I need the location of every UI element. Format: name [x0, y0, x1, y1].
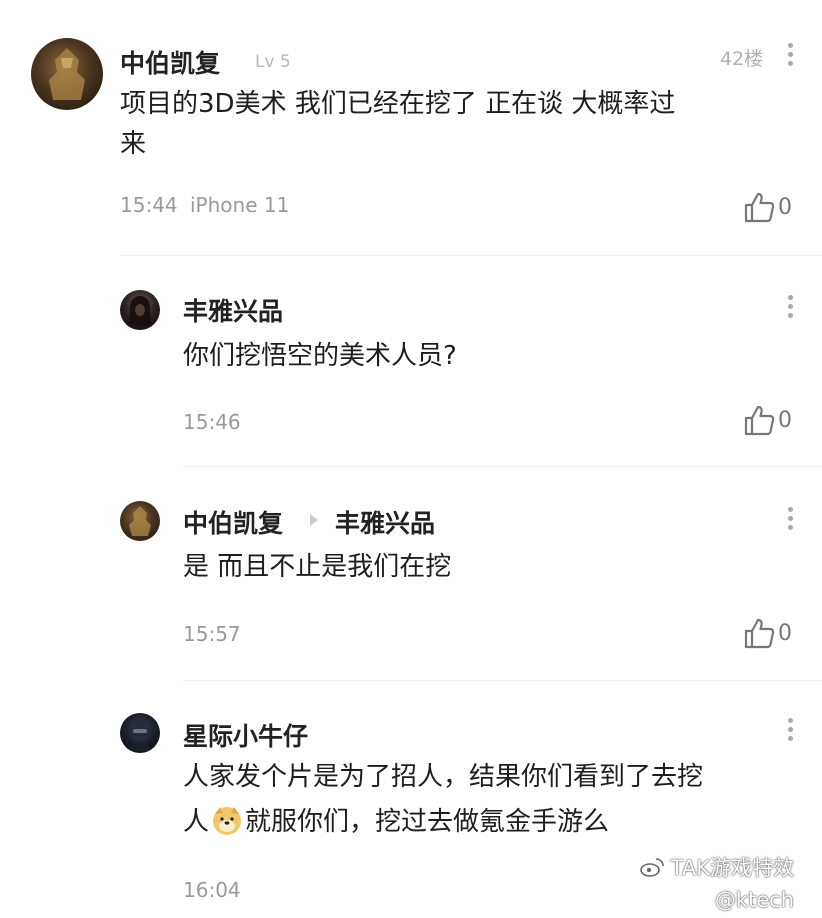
more-vertical-icon[interactable]	[786, 507, 794, 537]
avatar[interactable]	[31, 38, 103, 110]
username[interactable]: 中伯凯复	[120, 44, 220, 80]
reply-to-username[interactable]: 丰雅兴品	[335, 504, 435, 540]
device-label: iPhone 11	[190, 193, 290, 217]
helmet-avatar-image	[128, 720, 152, 751]
username[interactable]: 丰雅兴品	[183, 292, 283, 328]
comment-text-segment: 就服你们，挖过去做氪金手游么	[245, 807, 610, 837]
comment-text-line: 你们挖悟空的美术人员?	[183, 341, 457, 371]
username[interactable]: 星际小牛仔	[183, 717, 308, 753]
comment-thread: 中伯凯复 Lv 5 42楼 项目的3D美术 我们已经在挖了 正在谈 大概率过 来…	[0, 0, 822, 918]
watermark-text: @ktech	[714, 888, 794, 912]
like-count: 0	[778, 194, 792, 220]
more-vertical-icon[interactable]	[786, 295, 794, 325]
like-button[interactable]: 0	[742, 189, 792, 225]
thumbs-up-icon	[744, 405, 775, 436]
user-level-badge: Lv 5	[255, 52, 291, 72]
warrior-avatar-image	[129, 506, 151, 536]
more-vertical-icon[interactable]	[786, 718, 794, 748]
watermark: @ktech	[715, 888, 794, 912]
comment-time: 16:04	[183, 878, 241, 902]
avatar[interactable]	[120, 290, 160, 330]
hooded-figure-avatar-image	[128, 296, 152, 326]
comment-text-line-with-emoji: 人 就服你们，挖过去做氪金手游么	[183, 802, 609, 842]
comment-time: 15:57	[183, 622, 241, 646]
username[interactable]: 中伯凯复	[183, 504, 283, 540]
thumbs-up-icon	[744, 618, 775, 649]
avatar[interactable]	[120, 501, 160, 541]
like-count: 0	[778, 407, 792, 433]
comment-text-line: 人家发个片是为了招人，结果你们看到了去挖	[183, 762, 704, 792]
comment-item: 中伯凯复 Lv 5 42楼 项目的3D美术 我们已经在挖了 正在谈 大概率过 来…	[0, 0, 822, 250]
comment-time: 15:44	[120, 193, 178, 217]
avatar[interactable]	[120, 713, 160, 753]
thumbs-up-icon	[744, 192, 775, 223]
doge-emoji-icon	[213, 807, 242, 835]
comment-time: 15:46	[183, 410, 241, 434]
more-vertical-icon[interactable]	[786, 43, 794, 73]
comment-text-line: 来	[120, 129, 147, 159]
triangle-right-icon	[310, 514, 318, 526]
like-button[interactable]: 0	[742, 615, 792, 651]
divider	[120, 255, 822, 256]
comment-text-segment: 人	[183, 807, 210, 837]
weibo-icon	[639, 858, 664, 877]
like-count: 0	[778, 620, 792, 646]
comment-text-line: 项目的3D美术 我们已经在挖了 正在谈 大概率过	[120, 89, 676, 119]
watermark-text: TAK游戏特效	[670, 856, 794, 880]
comment-text-line: 是 而且不止是我们在挖	[183, 552, 452, 582]
divider	[183, 466, 822, 467]
floor-number: 42楼	[720, 48, 764, 70]
watermark: TAK游戏特效	[639, 852, 794, 882]
divider	[183, 680, 822, 681]
like-button[interactable]: 0	[742, 402, 792, 438]
warrior-avatar-image	[49, 48, 85, 100]
